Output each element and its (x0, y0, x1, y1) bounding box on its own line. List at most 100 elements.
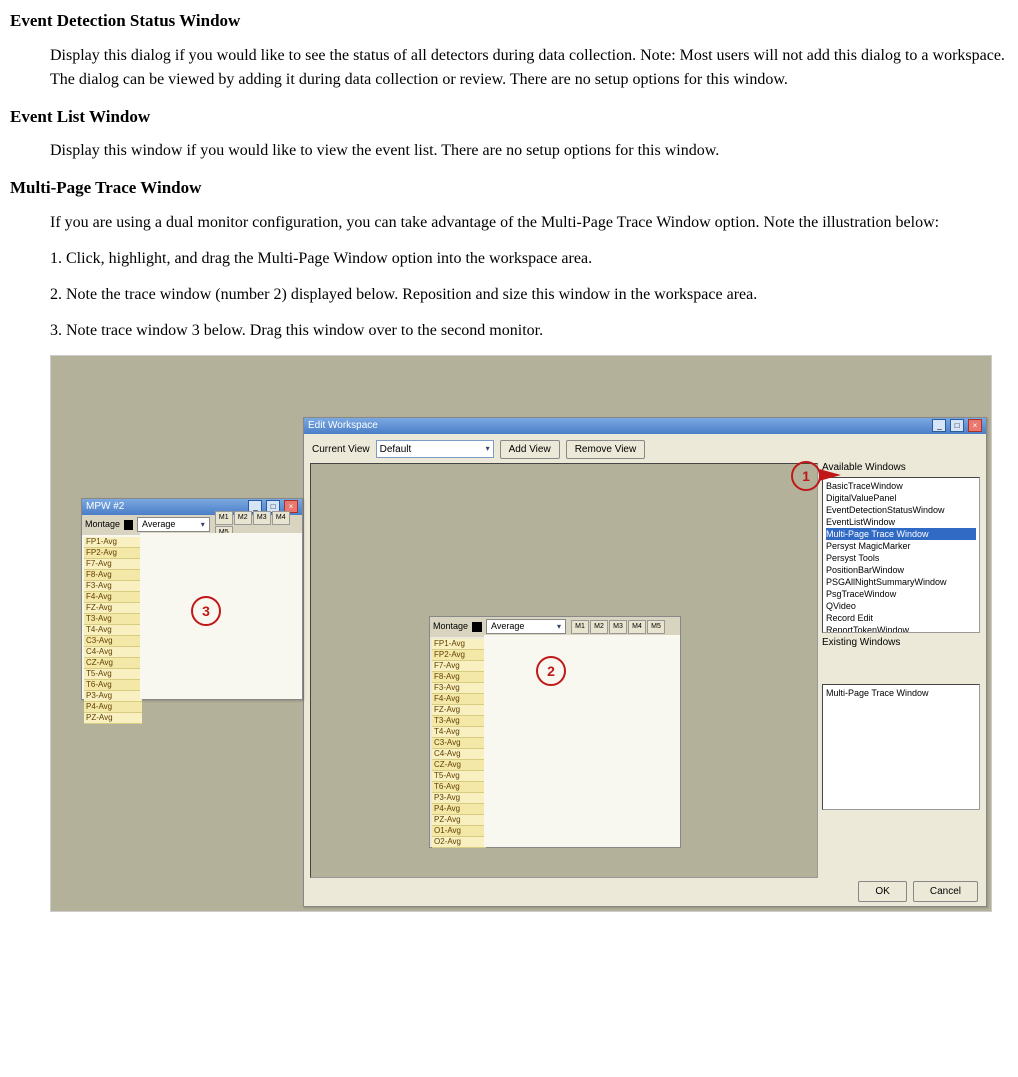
channel-row: F7-Avg (84, 559, 142, 570)
list-item[interactable]: Multi-Page Trace Window (826, 687, 976, 699)
maximize-icon[interactable]: □ (950, 419, 964, 432)
preset-button[interactable]: M3 (253, 511, 271, 525)
add-view-button[interactable]: Add View (500, 440, 560, 459)
list-item[interactable]: PositionBarWindow (826, 564, 976, 576)
current-view-label: Current View (312, 442, 370, 457)
channel-row: FZ-Avg (84, 603, 142, 614)
current-view-dropdown[interactable]: Default ▾ (376, 440, 494, 458)
existing-windows-list[interactable]: Multi-Page Trace Window (822, 684, 980, 810)
channel-row: T5-Avg (84, 669, 142, 680)
channel-row: P3-Avg (84, 691, 142, 702)
channel-row: CZ-Avg (84, 658, 142, 669)
list-item[interactable]: DigitalValuePanel (826, 492, 976, 504)
list-item[interactable]: ReportTokenWindow (826, 624, 976, 633)
chevron-down-icon: ▾ (201, 519, 205, 531)
montage-dropdown[interactable]: Average ▾ (486, 619, 566, 634)
channel-row: F4-Avg (84, 592, 142, 603)
channel-row: CZ-Avg (432, 760, 486, 771)
cancel-button[interactable]: Cancel (913, 881, 978, 902)
preset-button[interactable]: M4 (272, 511, 290, 525)
section-body: Display this window if you would like to… (50, 139, 1008, 163)
list-item[interactable]: EventDetectionStatusWindow (826, 504, 976, 516)
inner-trace-window[interactable]: Montage Average ▾ M1M2M3M4M5 FP1-Avg FP2… (429, 616, 681, 848)
list-item[interactable]: QVideo (826, 600, 976, 612)
montage-swatch-icon (472, 622, 482, 632)
preset-button[interactable]: M2 (590, 620, 608, 634)
montage-swatch-icon (124, 520, 133, 530)
channel-row: T3-Avg (84, 614, 142, 625)
channel-row: PZ-Avg (84, 713, 142, 724)
channel-list: FP1-Avg FP2-Avg F7-Avg F8-Avg F3-Avg F4-… (430, 637, 486, 850)
ok-button[interactable]: OK (858, 881, 906, 902)
dialog-titlebar[interactable]: Edit Workspace _ □ × (304, 418, 986, 434)
section-heading: Event List Window (10, 104, 1008, 130)
section-heading: Multi-Page Trace Window (10, 175, 1008, 201)
montage-preset-buttons: M1M2M3M4M5 (570, 619, 665, 634)
mpw-title: MPW #2 (86, 499, 124, 515)
dialog-title: Edit Workspace (308, 418, 378, 434)
montage-dropdown[interactable]: Average ▾ (137, 517, 210, 532)
channel-row: F8-Avg (84, 570, 142, 581)
list-item[interactable]: Record Edit (826, 612, 976, 624)
channel-row: F3-Avg (84, 581, 142, 592)
callout-2: 2 (536, 656, 566, 686)
close-icon[interactable]: × (968, 419, 982, 432)
montage-value: Average (491, 620, 524, 634)
step-2: 2. Note the trace window (number 2) disp… (50, 283, 1008, 307)
list-item-selected[interactable]: Multi-Page Trace Window (826, 528, 976, 540)
channel-row: F7-Avg (432, 661, 486, 672)
channel-row: T3-Avg (432, 716, 486, 727)
preset-button[interactable]: M4 (628, 620, 646, 634)
list-item[interactable]: PsgTraceWindow (826, 588, 976, 600)
channel-row: T4-Avg (432, 727, 486, 738)
channel-row: T6-Avg (432, 782, 486, 793)
preset-button[interactable]: M5 (647, 620, 665, 634)
channel-row: F3-Avg (432, 683, 486, 694)
channel-row: P3-Avg (432, 793, 486, 804)
section-heading: Event Detection Status Window (10, 8, 1008, 34)
list-item[interactable]: Persyst MagicMarker (826, 540, 976, 552)
preset-button[interactable]: M1 (571, 620, 589, 634)
callout-3: 3 (191, 596, 221, 626)
chevron-down-icon: ▾ (486, 443, 490, 455)
channel-list: FP1-Avg FP2-Avg F7-Avg F8-Avg F3-Avg F4-… (82, 535, 142, 726)
channel-row: P4-Avg (432, 804, 486, 815)
preset-button[interactable]: M1 (215, 511, 233, 525)
list-item[interactable]: BasicTraceWindow (826, 480, 976, 492)
channel-row: FP1-Avg (432, 639, 486, 650)
minimize-icon[interactable]: _ (932, 419, 946, 432)
chevron-down-icon: ▾ (557, 621, 561, 633)
channel-row: O1-Avg (432, 826, 486, 837)
list-item[interactable]: Persyst Tools (826, 552, 976, 564)
list-item[interactable]: PSGAllNightSummaryWindow (826, 576, 976, 588)
channel-row: FP2-Avg (84, 548, 142, 559)
available-windows-list[interactable]: BasicTraceWindow DigitalValuePanel Event… (822, 477, 980, 633)
montage-label: Montage (433, 620, 468, 634)
channel-row: P4-Avg (84, 702, 142, 713)
channel-row: T6-Avg (84, 680, 142, 691)
list-item[interactable]: EventListWindow (826, 516, 976, 528)
channel-row: F8-Avg (432, 672, 486, 683)
channel-row: FP1-Avg (84, 537, 142, 548)
montage-label: Montage (85, 518, 120, 532)
preset-button[interactable]: M2 (234, 511, 252, 525)
channel-row: FP2-Avg (432, 650, 486, 661)
available-windows-label: Available Windows (822, 460, 980, 475)
section-intro: If you are using a dual monitor configur… (50, 211, 1008, 235)
current-view-value: Default (380, 442, 412, 457)
trace-canvas (140, 533, 302, 699)
callout-1: 1 (791, 461, 821, 491)
remove-view-button[interactable]: Remove View (566, 440, 646, 459)
preset-button[interactable]: M3 (609, 620, 627, 634)
channel-row: C3-Avg (432, 738, 486, 749)
illustration-screenshot: Edit Workspace _ □ × Current View Defaul… (50, 355, 992, 912)
channel-row: F4-Avg (432, 694, 486, 705)
montage-value: Average (142, 518, 175, 532)
channel-row: O2-Avg (432, 837, 486, 848)
step-1: 1. Click, highlight, and drag the Multi-… (50, 247, 1008, 271)
mpw-floating-window[interactable]: MPW #2 _ □ × Montage Average ▾ M1M2M3M4M… (81, 498, 303, 700)
channel-row: T5-Avg (432, 771, 486, 782)
montage-toolbar: Montage Average ▾ M1M2M3M4M5 (82, 515, 302, 535)
channel-row: T4-Avg (84, 625, 142, 636)
step-3: 3. Note trace window 3 below. Drag this … (50, 319, 1008, 343)
